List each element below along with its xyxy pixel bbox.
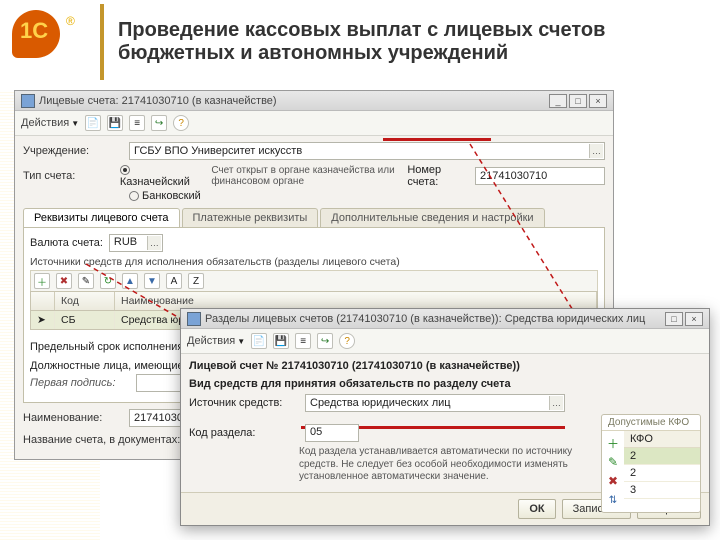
- sort-desc-icon[interactable]: Z: [188, 273, 204, 289]
- account-number-label: Номер счета:: [407, 164, 469, 188]
- delete-row-icon[interactable]: ✖: [56, 273, 72, 289]
- account-type-note: Счет открыт в органе казначейства или фи…: [211, 165, 401, 187]
- window2-caption: Разделы лицевых счетов (21741030710 (в к…: [205, 313, 663, 325]
- radio-treasury-label: Казначейский: [120, 176, 190, 188]
- moveup-icon[interactable]: ▲: [122, 273, 138, 289]
- doc-name-label: Название счета, в документах:: [23, 434, 183, 446]
- maximize-button[interactable]: □: [569, 94, 587, 108]
- help-icon[interactable]: ?: [173, 115, 189, 131]
- brand-logo: 1С ®: [12, 10, 82, 58]
- col-marker: [31, 292, 55, 310]
- account-number-value: 21741030710: [480, 170, 547, 182]
- close-button[interactable]: ×: [685, 312, 703, 326]
- tab-account-details[interactable]: Реквизиты лицевого счета: [23, 208, 180, 227]
- window1-caption: Лицевые счета: 21741030710 (в казначейст…: [39, 95, 547, 107]
- maximize-button[interactable]: □: [665, 312, 683, 326]
- radio-bank-label: Банковский: [142, 190, 201, 202]
- source-field[interactable]: Средства юридических лиц …: [305, 394, 565, 412]
- actions-label: Действия: [21, 117, 69, 129]
- refresh-row-icon[interactable]: ↻: [100, 273, 116, 289]
- save-icon[interactable]: 💾: [107, 115, 123, 131]
- kfo-sort-icon[interactable]: ⇅: [605, 492, 621, 508]
- kfo-item[interactable]: 2: [624, 448, 700, 465]
- goto-icon[interactable]: ↪: [317, 333, 333, 349]
- window2-body: Лицевой счет № 21741030710 (21741030710 …: [181, 354, 709, 492]
- account-heading: Лицевой счет № 21741030710 (21741030710 …: [189, 360, 701, 372]
- list-icon[interactable]: ≡: [129, 115, 145, 131]
- add-row-icon[interactable]: ＋: [34, 273, 50, 289]
- minimize-button[interactable]: _: [549, 94, 567, 108]
- radio-icon: [129, 191, 139, 201]
- kfo-item[interactable]: 3: [624, 482, 700, 499]
- kfo-edit-icon[interactable]: ✎: [605, 454, 621, 470]
- kfo-delete-icon[interactable]: ✖: [605, 473, 621, 489]
- logo-registered: ®: [66, 14, 75, 28]
- help-icon[interactable]: ?: [339, 333, 355, 349]
- radio-bank[interactable]: Банковский: [129, 190, 201, 202]
- kfo-toolbar: ＋ ✎ ✖ ⇅: [602, 431, 624, 512]
- org-field[interactable]: ГСБУ ВПО Университет искусств …: [129, 142, 605, 160]
- actions-menu[interactable]: Действия▼: [21, 117, 79, 129]
- source-label: Источник средств:: [189, 397, 299, 409]
- kfo-list: КФО 2 2 3: [624, 431, 700, 512]
- currency-label: Валюта счета:: [30, 237, 103, 249]
- allowed-kfo-panel: Допустимые КФО ＋ ✎ ✖ ⇅ КФО 2 2 3: [601, 414, 701, 513]
- funds-heading: Вид средств для принятия обязательств по…: [189, 378, 701, 390]
- section-code-label: Код раздела:: [189, 427, 299, 439]
- row-code: СБ: [55, 311, 115, 329]
- doc-icon: [187, 312, 201, 326]
- goto-icon[interactable]: ↪: [151, 115, 167, 131]
- section-code-field[interactable]: 05: [305, 424, 359, 442]
- logo-circle: 1С: [12, 10, 60, 58]
- save-icon[interactable]: 💾: [273, 333, 289, 349]
- doc-icon: [21, 94, 35, 108]
- account-type-label: Тип счета:: [23, 170, 114, 182]
- ok-button[interactable]: ОК: [518, 499, 555, 519]
- kfo-title: Допустимые КФО: [602, 415, 700, 431]
- logo-text: 1С: [20, 18, 48, 44]
- source-select-icon[interactable]: …: [549, 396, 563, 410]
- kfo-header: КФО: [624, 431, 700, 448]
- radio-icon: [120, 165, 130, 175]
- sort-asc-icon[interactable]: A: [166, 273, 182, 289]
- account-number-field[interactable]: 21741030710: [475, 167, 605, 185]
- edit-row-icon[interactable]: ✎: [78, 273, 94, 289]
- tab-payment-details[interactable]: Платежные реквизиты: [182, 208, 319, 227]
- org-label: Учреждение:: [23, 145, 123, 157]
- first-sign-label: Первая подпись:: [30, 377, 130, 389]
- copy-icon[interactable]: 📄: [85, 115, 101, 131]
- name-label: Наименование:: [23, 412, 123, 424]
- highlight-account-number: [383, 138, 491, 141]
- currency-select-icon[interactable]: …: [147, 236, 161, 250]
- sources-label: Источники средств для исполнения обязате…: [30, 256, 598, 268]
- section-code-note: Код раздела устанавливается автоматическ…: [299, 446, 589, 484]
- window1-toolbar: Действия▼ 📄 💾 ≡ ↪ ?: [15, 111, 613, 136]
- page-title-band: Проведение кассовых выплат с лицевых сче…: [100, 4, 720, 80]
- window2-titlebar: Разделы лицевых счетов (21741030710 (в к…: [181, 309, 709, 329]
- kfo-item[interactable]: 2: [624, 465, 700, 482]
- org-select-icon[interactable]: …: [589, 144, 603, 158]
- kfo-add-icon[interactable]: ＋: [605, 435, 621, 451]
- org-value: ГСБУ ВПО Университет искусств: [134, 145, 302, 157]
- currency-value: RUB: [114, 236, 137, 248]
- window2-toolbar: Действия▼ 📄 💾 ≡ ↪ ?: [181, 329, 709, 354]
- currency-field[interactable]: RUB …: [109, 234, 163, 252]
- tab-additional[interactable]: Дополнительные сведения и настройки: [320, 208, 544, 227]
- window1-titlebar: Лицевые счета: 21741030710 (в казначейст…: [15, 91, 613, 111]
- radio-treasury[interactable]: Казначейский: [120, 164, 195, 188]
- actions-menu[interactable]: Действия▼: [187, 335, 245, 347]
- row-marker-icon: ➤: [31, 311, 55, 329]
- close-button[interactable]: ×: [589, 94, 607, 108]
- tabs: Реквизиты лицевого счета Платежные рекви…: [23, 208, 605, 227]
- actions-label: Действия: [187, 335, 235, 347]
- copy-icon[interactable]: 📄: [251, 333, 267, 349]
- page-title: Проведение кассовых выплат с лицевых сче…: [100, 19, 720, 65]
- col-code: Код: [55, 292, 115, 310]
- movedown-icon[interactable]: ▼: [144, 273, 160, 289]
- account-sections-window: Разделы лицевых счетов (21741030710 (в к…: [180, 308, 710, 526]
- list-icon[interactable]: ≡: [295, 333, 311, 349]
- section-code-value: 05: [310, 426, 322, 438]
- source-value: Средства юридических лиц: [310, 397, 451, 409]
